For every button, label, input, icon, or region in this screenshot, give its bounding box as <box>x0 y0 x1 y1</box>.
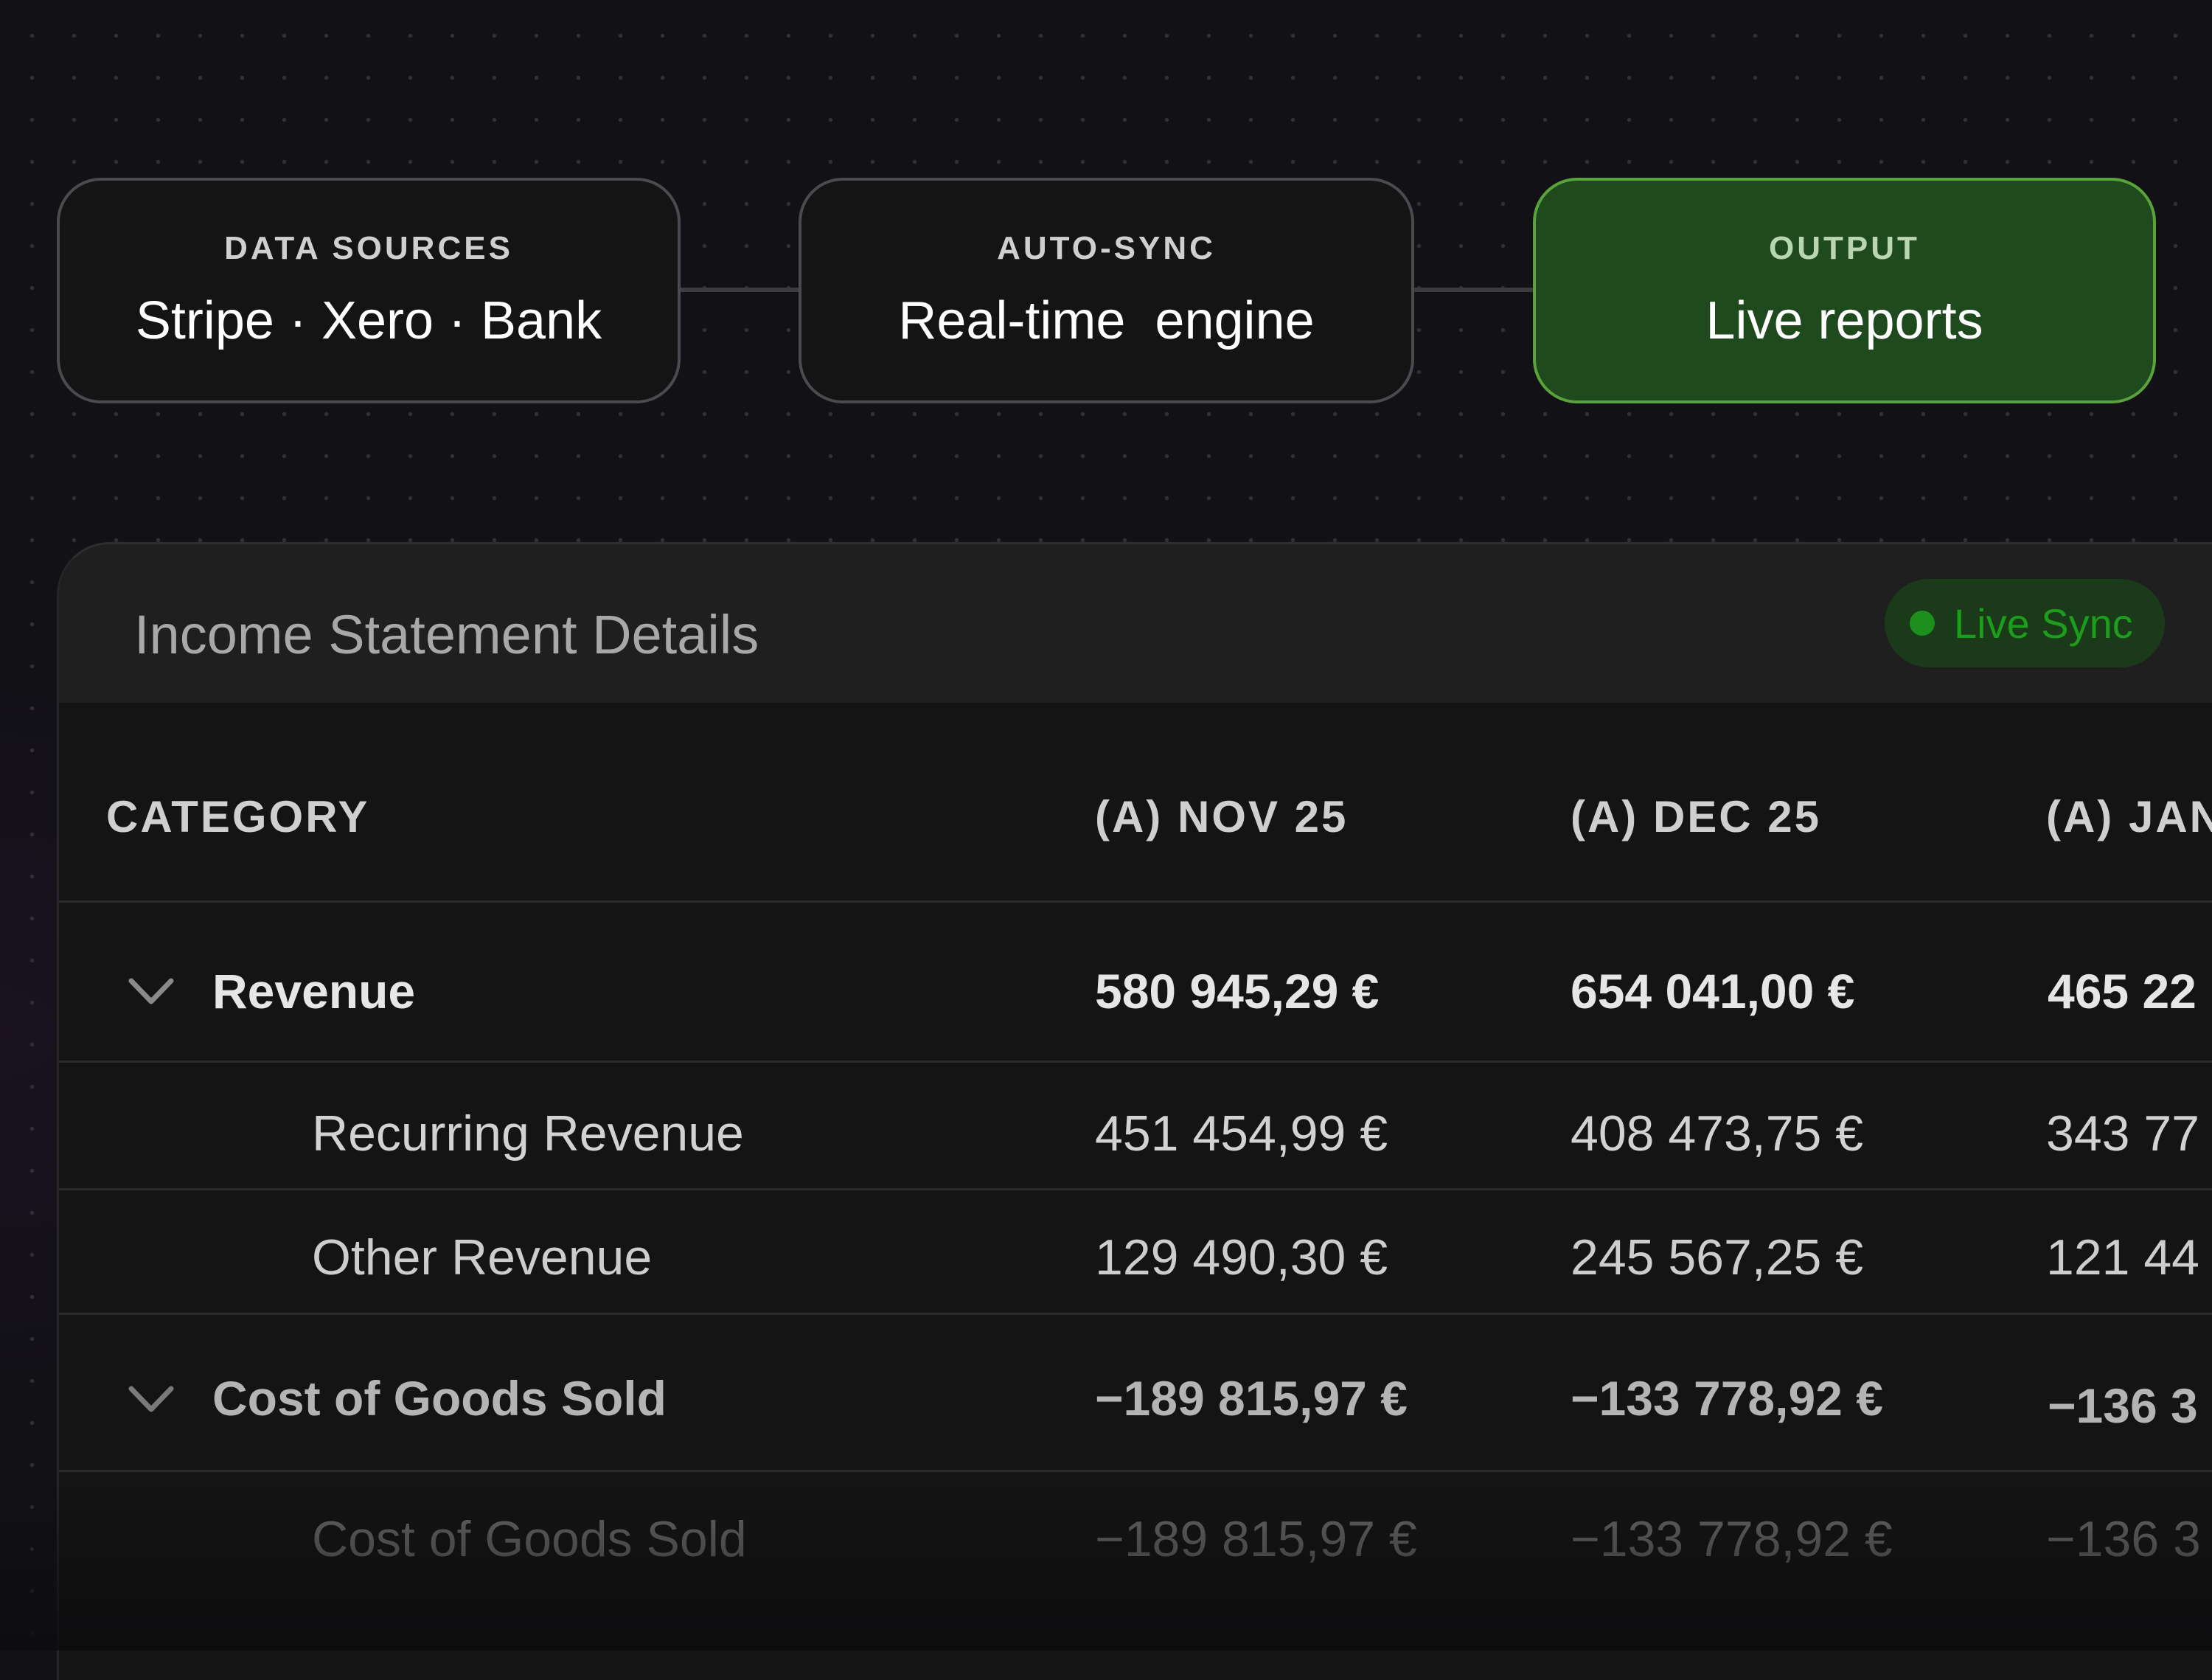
row-divider <box>59 1313 2212 1315</box>
cell-jan: −136 3 <box>2046 1511 2201 1567</box>
cell-jan: −136 3 <box>2048 1378 2198 1433</box>
cell-nov: 451 454,99 € <box>1095 1105 1388 1162</box>
column-header-category[interactable]: CATEGORY <box>106 791 369 842</box>
row-divider <box>59 1188 2212 1190</box>
node-label: AUTO-SYNC <box>997 230 1216 266</box>
node-value: Stripe · Xero · Bank <box>135 291 602 350</box>
node-label: DATA SOURCES <box>224 230 513 266</box>
row-label: Other Revenue <box>312 1229 653 1285</box>
header-divider <box>59 900 2212 903</box>
flow-node-output[interactable]: OUTPUT Live reports <box>1533 178 2156 403</box>
cell-dec: −133 778,92 € <box>1571 1371 1883 1426</box>
live-sync-label: Live Sync <box>1954 600 2133 647</box>
row-divider <box>59 1470 2212 1472</box>
cell-nov: −189 815,97 € <box>1095 1511 1417 1567</box>
cell-nov: −189 815,97 € <box>1095 1371 1408 1426</box>
income-statement-panel: Income Statement Details Live Sync CATEG… <box>57 542 2212 1680</box>
node-value: Live reports <box>1705 291 1983 350</box>
column-header-jan[interactable]: (A) JAN <box>2046 791 2212 842</box>
cell-dec: 245 567,25 € <box>1571 1229 1864 1285</box>
panel-title: Income Statement Details <box>134 604 759 665</box>
flow-node-data-sources[interactable]: DATA SOURCES Stripe · Xero · Bank <box>57 178 681 403</box>
column-header-nov-25[interactable]: (A) NOV 25 <box>1095 791 1348 842</box>
flow-connector <box>678 288 804 292</box>
cell-dec: 654 041,00 € <box>1571 964 1855 1018</box>
node-label: OUTPUT <box>1769 230 1920 266</box>
cell-dec: −133 778,92 € <box>1571 1511 1893 1567</box>
panel-header: Income Statement Details Live Sync <box>59 544 2212 703</box>
row-label: Recurring Revenue <box>312 1105 744 1162</box>
chevron-down-icon[interactable] <box>125 1381 177 1418</box>
flow-node-auto-sync[interactable]: AUTO-SYNC Real-time engine <box>799 178 1414 403</box>
cell-dec: 408 473,75 € <box>1571 1105 1864 1162</box>
live-sync-badge[interactable]: Live Sync <box>1885 579 2165 667</box>
live-dot-icon <box>1910 611 1935 636</box>
row-divider <box>59 1061 2212 1063</box>
row-label: Cost of Goods Sold <box>212 1371 667 1426</box>
cell-nov: 580 945,29 € <box>1095 964 1380 1018</box>
cell-jan: 465 22 <box>2048 964 2197 1018</box>
flow-connector <box>1412 288 1539 292</box>
chevron-down-icon[interactable] <box>125 973 177 1010</box>
cell-jan: 121 44 <box>2046 1229 2199 1285</box>
node-value: Real-time engine <box>898 291 1315 350</box>
cell-jan: 343 77 <box>2046 1105 2199 1162</box>
column-header-dec-25[interactable]: (A) DEC 25 <box>1571 791 1821 842</box>
cell-nov: 129 490,30 € <box>1095 1229 1388 1285</box>
row-label: Cost of Goods Sold <box>312 1511 747 1567</box>
row-label: Revenue <box>212 964 416 1018</box>
